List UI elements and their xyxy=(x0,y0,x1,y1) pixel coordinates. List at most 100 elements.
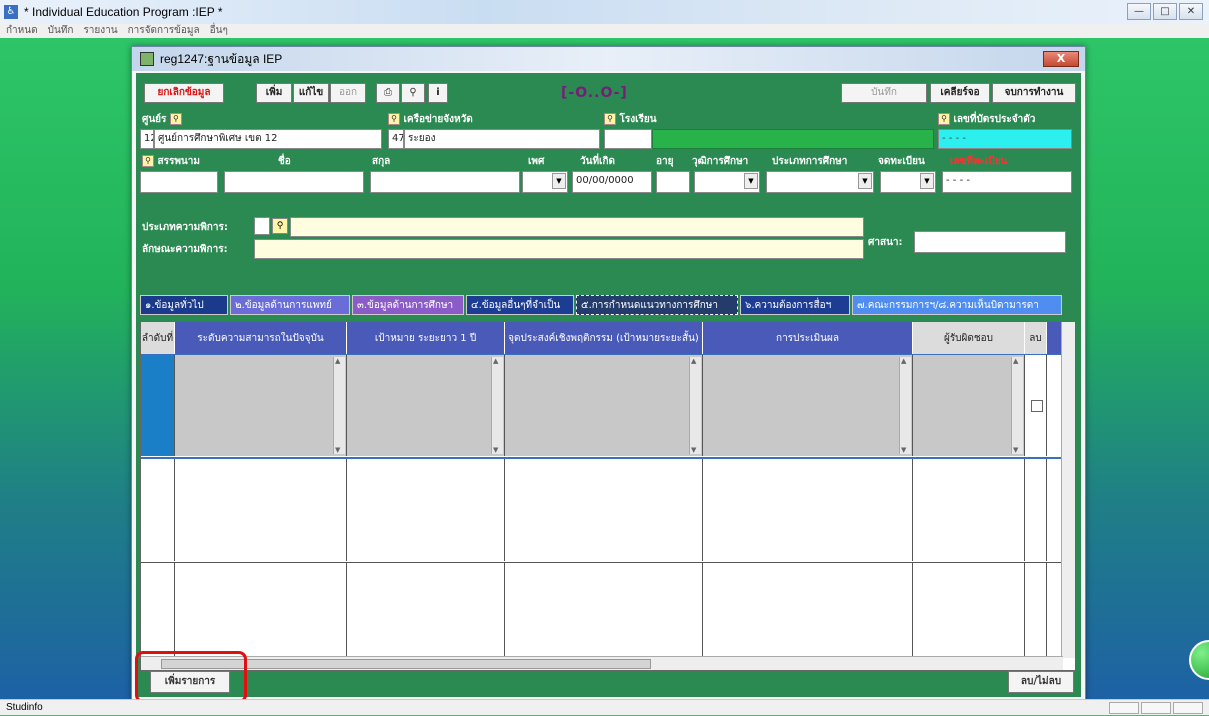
delete-cell[interactable] xyxy=(1025,355,1047,456)
search-icon[interactable]: ⚲ xyxy=(401,83,425,103)
vertical-scrollbar[interactable] xyxy=(1061,322,1075,658)
menu-item-record[interactable]: บันทึก xyxy=(48,24,74,38)
add-button[interactable]: เพิ่ม xyxy=(256,83,292,103)
responsible-cell[interactable] xyxy=(913,459,1025,561)
responsible-cell[interactable] xyxy=(913,563,1025,662)
school-name-field[interactable] xyxy=(652,129,934,149)
edu-level-select[interactable]: ▼ xyxy=(694,171,760,193)
objective-cell[interactable] xyxy=(505,459,703,561)
app-title-bar: ♿ * Individual Education Program :IEP * … xyxy=(0,0,1209,24)
evaluation-cell[interactable] xyxy=(703,563,913,662)
scrollbar[interactable] xyxy=(689,357,701,454)
last-name-label: สกุล xyxy=(372,156,391,167)
id-card-field[interactable]: - - - - xyxy=(938,129,1072,149)
objective-cell[interactable] xyxy=(505,563,703,662)
registration-select[interactable]: ▼ xyxy=(880,171,936,193)
table-row[interactable] xyxy=(141,562,1061,662)
window-close-button[interactable]: X xyxy=(1043,51,1079,67)
center-code-field[interactable]: 12 xyxy=(140,129,154,149)
delete-cell[interactable] xyxy=(1025,563,1047,662)
status-text: Studinfo xyxy=(6,702,43,713)
maximize-icon[interactable]: □ xyxy=(1153,3,1177,20)
school-search-icon[interactable]: ⚲ xyxy=(604,113,616,125)
menu-item-report[interactable]: รายงาน xyxy=(83,24,117,38)
sex-select[interactable]: ▼ xyxy=(522,171,568,193)
chevron-down-icon[interactable]: ▼ xyxy=(858,173,872,189)
save-button[interactable]: บันทึก xyxy=(841,83,927,103)
religion-field[interactable] xyxy=(914,231,1066,253)
scrollbar[interactable] xyxy=(491,357,503,454)
evaluation-cell[interactable] xyxy=(703,355,913,456)
title-field[interactable] xyxy=(140,171,218,193)
scrollbar[interactable] xyxy=(333,357,345,454)
edu-type-select[interactable]: ▼ xyxy=(766,171,874,193)
evaluation-cell[interactable] xyxy=(703,459,913,561)
tab-education-plan[interactable]: ๕.การกำหนดแนวทางการศึกษา xyxy=(576,295,738,315)
disability-characteristic-field[interactable] xyxy=(254,239,864,259)
tab-education[interactable]: ๓.ข้อมูลด้านการศึกษา xyxy=(352,295,464,315)
center-search-icon[interactable]: ⚲ xyxy=(169,113,182,125)
network-label: เครือข่ายจังหวัด xyxy=(403,114,473,125)
exit-button[interactable]: ออก xyxy=(330,83,366,103)
horizontal-scrollbar[interactable] xyxy=(141,656,1063,670)
current-ability-cell[interactable] xyxy=(175,355,347,456)
delete-cell[interactable] xyxy=(1025,459,1047,561)
chevron-down-icon[interactable]: ▼ xyxy=(552,173,566,189)
chevron-down-icon[interactable]: ▼ xyxy=(920,173,934,189)
status-cell xyxy=(1141,702,1171,714)
menu-item-other[interactable]: อื่นๆ xyxy=(210,24,228,38)
disability-search-icon[interactable]: ⚲ xyxy=(272,218,288,234)
table-row[interactable] xyxy=(141,354,1061,456)
title-search-icon[interactable]: ⚲ xyxy=(142,155,154,167)
minimize-icon[interactable]: — xyxy=(1127,3,1151,20)
disability-type-code-field[interactable] xyxy=(254,217,270,235)
edit-button[interactable]: แก้ไข xyxy=(293,83,329,103)
col-delete: ลบ xyxy=(1025,322,1047,354)
close-icon[interactable]: ✕ xyxy=(1179,3,1203,20)
tab-media-needs[interactable]: ๖.ความต้องการสื่อฯ xyxy=(740,295,850,315)
school-code-field[interactable] xyxy=(604,129,652,149)
center-name-field[interactable]: ศูนย์การศึกษาพิเศษ เขต 12 xyxy=(154,129,382,149)
row-number-cell[interactable] xyxy=(141,563,175,662)
row-number-cell[interactable] xyxy=(141,355,175,456)
network-search-icon[interactable]: ⚲ xyxy=(388,113,400,125)
tab-general[interactable]: ๑.ข้อมูลทั่วไป xyxy=(140,295,228,315)
table-row[interactable] xyxy=(141,457,1061,561)
province-code-field[interactable]: 47 xyxy=(388,129,404,149)
current-ability-cell[interactable] xyxy=(175,563,347,662)
dob-field[interactable]: 00/00/0000 xyxy=(572,171,652,193)
menu-item-data[interactable]: การจัดการข้อมูล xyxy=(128,24,200,38)
current-ability-cell[interactable] xyxy=(175,459,347,561)
status-cell xyxy=(1109,702,1139,714)
registration-no-field[interactable]: - - - - xyxy=(942,171,1072,193)
tab-other[interactable]: ๔.ข้อมูลอื่นๆที่จำเป็น xyxy=(466,295,574,315)
tab-medical[interactable]: ๒.ข้อมูลด้านการแพทย์ xyxy=(230,295,350,315)
cancel-data-button[interactable]: ยกเลิกข้อมูล xyxy=(144,83,224,103)
responsible-cell[interactable] xyxy=(913,355,1025,456)
goal-cell[interactable] xyxy=(347,355,505,456)
tab-committee[interactable]: ๗.คณะกรรมการฯ/๘.ความเห็นบิดามารดา xyxy=(852,295,1062,315)
goal-cell[interactable] xyxy=(347,459,505,561)
menu-item-settings[interactable]: กำหนด xyxy=(6,24,38,38)
scrollbar[interactable] xyxy=(899,357,911,454)
row-number-cell[interactable] xyxy=(141,459,175,561)
first-name-label: ชื่อ xyxy=(278,156,291,167)
finish-button[interactable]: จบการทำงาน xyxy=(992,83,1076,103)
delete-toggle-button[interactable]: ลบ/ไม่ลบ xyxy=(1008,671,1074,693)
last-name-field[interactable] xyxy=(370,171,520,193)
menu-bar: กำหนด บันทึก รายงาน การจัดการข้อมูล อื่น… xyxy=(0,24,1209,38)
info-icon[interactable]: i xyxy=(428,83,448,103)
goal-cell[interactable] xyxy=(347,563,505,662)
province-name-field[interactable]: ระยอง xyxy=(404,129,600,149)
print-icon[interactable]: ⎙ xyxy=(376,83,400,103)
id-search-icon[interactable]: ⚲ xyxy=(938,113,950,125)
chevron-down-icon[interactable]: ▼ xyxy=(744,173,758,189)
objective-cell[interactable] xyxy=(505,355,703,456)
clear-screen-button[interactable]: เคลียร์จอ xyxy=(930,83,990,103)
highlight-annotation xyxy=(135,651,247,703)
first-name-field[interactable] xyxy=(224,171,364,193)
scrollbar[interactable] xyxy=(1011,357,1023,454)
disability-type-field[interactable] xyxy=(290,217,864,237)
delete-checkbox[interactable] xyxy=(1031,400,1043,412)
age-field[interactable] xyxy=(656,171,690,193)
